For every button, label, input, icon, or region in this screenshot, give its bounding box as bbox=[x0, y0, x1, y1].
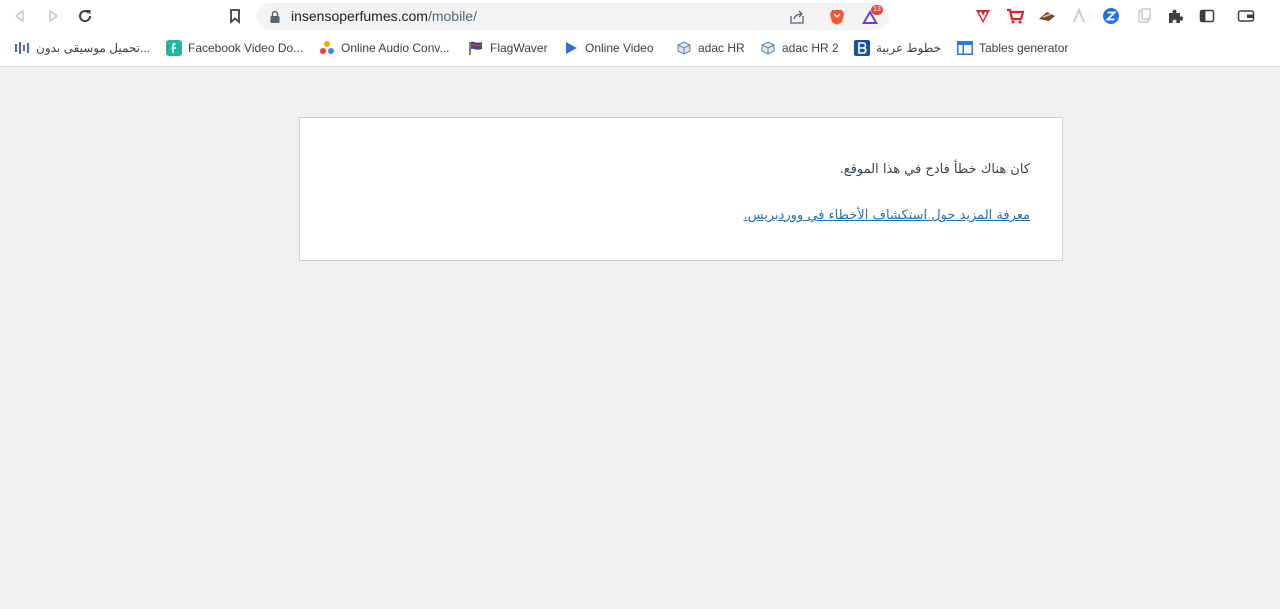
forward-icon bbox=[49, 10, 58, 22]
play-icon bbox=[563, 40, 579, 56]
bookmarks-bar: تحميل موسيقى بدون... Facebook Video Do..… bbox=[0, 36, 1280, 62]
music-bars-icon bbox=[14, 40, 30, 56]
url-text[interactable]: insensoperfumes.com/mobile/ bbox=[291, 8, 477, 24]
table-icon bbox=[957, 40, 973, 56]
flag-icon bbox=[468, 40, 484, 56]
bookmark-label: Online Video bbox=[585, 41, 654, 55]
hat-extension-icon[interactable] bbox=[1037, 6, 1057, 26]
z-extension-icon[interactable] bbox=[1101, 6, 1121, 26]
address-bar[interactable]: insensoperfumes.com/mobile/ 13 bbox=[257, 3, 889, 30]
browser-toolbar: insensoperfumes.com/mobile/ 13 bbox=[0, 0, 1280, 33]
facebook-video-icon bbox=[166, 40, 182, 56]
a-extension-icon[interactable] bbox=[1069, 6, 1089, 26]
bookmark-item-audio-converter[interactable]: Online Audio Conv... bbox=[319, 38, 450, 58]
brave-shields-icon[interactable] bbox=[828, 8, 846, 26]
learn-more-link[interactable]: معرفة المزيد حول استكشاف الأخطاء في وورد… bbox=[743, 208, 1030, 223]
bookmark-item-facebook-video[interactable]: Facebook Video Do... bbox=[166, 38, 303, 58]
bookmark-label: Tables generator bbox=[979, 41, 1069, 55]
bookmark-item-adac-hr[interactable]: adac HR bbox=[676, 38, 745, 58]
clipboard-extension-icon[interactable] bbox=[1134, 6, 1154, 26]
cube-icon bbox=[676, 40, 692, 56]
bookmark-label: خطوط عربية bbox=[876, 41, 942, 55]
reload-button[interactable] bbox=[74, 5, 96, 27]
bookmark-label: adac HR 2 bbox=[782, 41, 839, 55]
url-path: /mobile/ bbox=[427, 8, 477, 24]
back-icon bbox=[15, 10, 24, 22]
bookmark-label: Online Audio Conv... bbox=[341, 41, 450, 55]
error-message: كان هناك خطأ فادح في هذا الموقع. bbox=[839, 162, 1030, 177]
bookmark-label: Facebook Video Do... bbox=[188, 41, 304, 55]
cube-icon bbox=[760, 40, 776, 56]
wallet-icon[interactable] bbox=[1236, 6, 1256, 26]
b-logo-icon bbox=[854, 40, 870, 56]
sidebar-toggle-icon[interactable] bbox=[1197, 6, 1217, 26]
bookmark-item-flagwaver[interactable]: FlagWaver bbox=[468, 38, 548, 58]
bookmark-item-online-video[interactable]: Online Video bbox=[563, 38, 654, 58]
extensions-puzzle-icon[interactable] bbox=[1165, 6, 1185, 26]
forward-button[interactable] bbox=[42, 5, 64, 27]
url-host: insensoperfumes.com bbox=[291, 8, 428, 24]
browser-chrome: insensoperfumes.com/mobile/ 13 تحميل موس… bbox=[0, 0, 1280, 67]
bookmark-item-music[interactable]: تحميل موسيقى بدون... bbox=[14, 38, 150, 58]
bookmark-icon bbox=[230, 9, 240, 24]
audio-converter-icon bbox=[319, 40, 335, 56]
bookmark-label: adac HR bbox=[698, 41, 745, 55]
bookmark-label: تحميل موسيقى بدون... bbox=[36, 41, 151, 55]
shopping-cart-extension-icon[interactable] bbox=[1005, 6, 1025, 26]
vivaldi-extension-icon[interactable] bbox=[973, 6, 993, 26]
error-box: كان هناك خطأ فادح في هذا الموقع. معرفة ا… bbox=[299, 117, 1063, 261]
bookmark-item-tables-generator[interactable]: Tables generator bbox=[957, 38, 1068, 58]
reload-icon bbox=[79, 10, 92, 23]
bookmark-label: FlagWaver bbox=[490, 41, 548, 55]
rewards-badge: 13 bbox=[871, 5, 883, 15]
brave-rewards-icon[interactable]: 13 bbox=[861, 5, 883, 26]
back-button[interactable] bbox=[9, 5, 31, 27]
bookmark-page-button[interactable] bbox=[224, 5, 246, 27]
bookmark-item-adac-hr-2[interactable]: adac HR 2 bbox=[760, 38, 839, 58]
lock-icon[interactable] bbox=[269, 9, 281, 28]
share-icon[interactable] bbox=[788, 8, 806, 26]
bookmark-item-arabic-fonts[interactable]: خطوط عربية bbox=[854, 38, 941, 58]
